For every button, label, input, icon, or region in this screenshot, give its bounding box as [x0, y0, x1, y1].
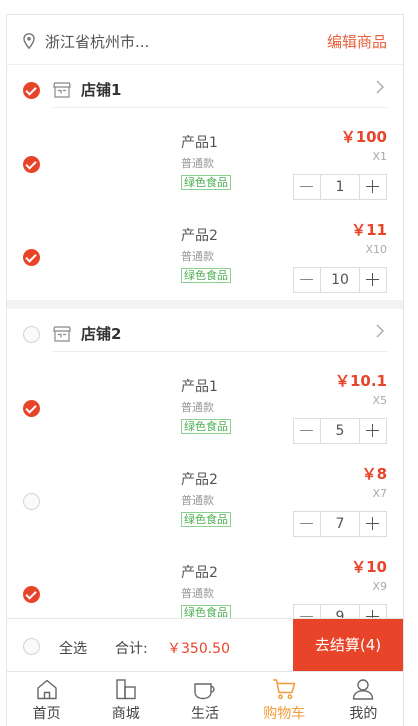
product-count: X5: [372, 394, 387, 407]
store-icon: [53, 326, 71, 342]
tab-home-label: 首页: [32, 706, 61, 722]
item-checkbox[interactable]: [23, 586, 40, 603]
product-price: ￥8: [361, 465, 387, 483]
quantity-value[interactable]: 10: [320, 268, 360, 292]
shop-name[interactable]: 店铺2: [81, 323, 121, 344]
product-spec: 普通款: [181, 401, 214, 414]
product-tag: 绿色食品: [181, 605, 231, 618]
total-value: ￥350.50: [167, 641, 230, 657]
increase-button[interactable]: [360, 419, 386, 443]
decrease-button[interactable]: [294, 419, 320, 443]
quantity-value[interactable]: 9: [320, 605, 360, 618]
quantity-value[interactable]: 1: [320, 175, 360, 199]
location-text[interactable]: 浙江省杭州市...: [45, 31, 149, 52]
decrease-button[interactable]: [294, 512, 320, 536]
quantity-stepper: 9: [293, 604, 387, 618]
tab-bar: 首页 商城 生活 购物车 我的: [7, 671, 403, 726]
product-price: ￥11: [351, 221, 387, 239]
chevron-right-icon[interactable]: [375, 323, 385, 339]
shop-header[interactable]: 店铺2: [7, 309, 403, 358]
quantity-stepper: 5: [293, 418, 387, 444]
divider: [53, 351, 387, 352]
checkout-button[interactable]: 去结算(4): [293, 619, 403, 672]
cart-item: 产品2 普通款绿色食品 ￥10 X9 9: [7, 544, 403, 618]
quantity-stepper: 10: [293, 267, 387, 293]
product-spec: 普通款: [181, 157, 214, 170]
edit-goods-button[interactable]: 编辑商品: [327, 31, 387, 52]
decrease-button[interactable]: [294, 268, 320, 292]
tab-home[interactable]: 首页: [7, 672, 86, 726]
shop-checkbox[interactable]: [23, 82, 40, 99]
quantity-value[interactable]: 7: [320, 512, 360, 536]
tab-cart-label: 购物车: [263, 706, 306, 722]
chevron-right-icon[interactable]: [375, 79, 385, 95]
cart-item: 产品1 普通款绿色食品 ￥10.1 X5 5: [7, 358, 403, 451]
product-name[interactable]: 产品2: [181, 562, 218, 582]
tab-mall[interactable]: 商城: [86, 672, 165, 726]
location-pin-icon: [23, 33, 35, 49]
product-tag: 绿色食品: [181, 268, 231, 283]
shop-section: 店铺2 产品1 普通款 绿色食品 ￥10.1 X5 5 产品2 普通款 绿色食品 ￥8 X7 7 产品2 普…: [7, 300, 403, 618]
product-name[interactable]: 产品1: [181, 376, 218, 396]
tab-life-label: 生活: [191, 706, 219, 722]
increase-button[interactable]: [360, 605, 386, 618]
product-price: ￥10: [351, 558, 387, 576]
tab-life[interactable]: 生活: [165, 672, 244, 726]
tab-mall-label: 商城: [111, 706, 140, 722]
tab-mine-label: 我的: [349, 706, 378, 722]
shop-section: 店铺1 产品1 普通款 绿色食品 ￥100 X1 1 产品2 普通款 绿色食品 ￥11 X10 10: [7, 65, 403, 300]
mall-icon: [116, 679, 136, 700]
cart-item: 产品1 普通款绿色食品 ￥100 X1 1: [7, 114, 403, 207]
cart-icon: [273, 679, 296, 700]
store-icon: [53, 82, 71, 98]
quantity-value[interactable]: 5: [320, 419, 360, 443]
tab-cart[interactable]: 购物车: [245, 672, 324, 726]
cup-icon: [194, 683, 215, 700]
shop-checkbox[interactable]: [23, 326, 40, 343]
decrease-button[interactable]: [294, 605, 320, 618]
divider: [53, 107, 387, 108]
increase-button[interactable]: [360, 175, 386, 199]
cart-item: 产品2 普通款绿色食品 ￥8 X7 7: [7, 451, 403, 544]
product-name[interactable]: 产品1: [181, 132, 218, 152]
product-tag: 绿色食品: [181, 419, 231, 434]
product-name[interactable]: 产品2: [181, 225, 218, 245]
quantity-stepper: 1: [293, 174, 387, 200]
total-label: 合计:: [115, 641, 148, 657]
product-name[interactable]: 产品2: [181, 469, 218, 489]
product-tag: 绿色食品: [181, 175, 231, 190]
shop-name[interactable]: 店铺1: [81, 79, 121, 100]
product-spec: 普通款: [181, 250, 214, 263]
cart-list[interactable]: 店铺1 产品1 普通款 绿色食品 ￥100 X1 1 产品2 普通款 绿色食品 ￥11 X10 10 店铺…: [7, 65, 403, 618]
product-tag: 绿色食品: [181, 512, 231, 527]
select-all-checkbox[interactable]: [23, 638, 40, 655]
item-checkbox[interactable]: [23, 156, 40, 173]
tab-mine[interactable]: 我的: [324, 672, 403, 726]
shop-header[interactable]: 店铺1: [7, 65, 403, 114]
product-count: X1: [372, 150, 387, 163]
quantity-stepper: 7: [293, 511, 387, 537]
cart-page: 浙江省杭州市... 编辑商品 店铺1 产品1 普通款 绿色食品 ￥100 X1 1 产品2 普通…: [6, 14, 404, 726]
product-price: ￥100: [340, 128, 387, 146]
product-count: X9: [372, 580, 387, 593]
select-all-label[interactable]: 全选: [59, 638, 87, 658]
product-spec: 普通款: [181, 494, 214, 507]
product-spec: 普通款: [181, 587, 214, 600]
home-icon: [36, 679, 57, 700]
top-bar: 浙江省杭州市... 编辑商品: [7, 15, 403, 65]
checkout-bar: 全选 合计: ￥350.50 去结算(4): [7, 618, 403, 672]
item-checkbox[interactable]: [23, 400, 40, 417]
increase-button[interactable]: [360, 268, 386, 292]
item-checkbox[interactable]: [23, 493, 40, 510]
product-count: X7: [372, 487, 387, 500]
cart-item: 产品2 普通款绿色食品 ￥11 X10 10: [7, 207, 403, 300]
product-count: X10: [365, 243, 387, 256]
increase-button[interactable]: [360, 512, 386, 536]
item-checkbox[interactable]: [23, 249, 40, 266]
decrease-button[interactable]: [294, 175, 320, 199]
product-price: ￥10.1: [334, 372, 387, 390]
user-icon: [353, 679, 374, 700]
